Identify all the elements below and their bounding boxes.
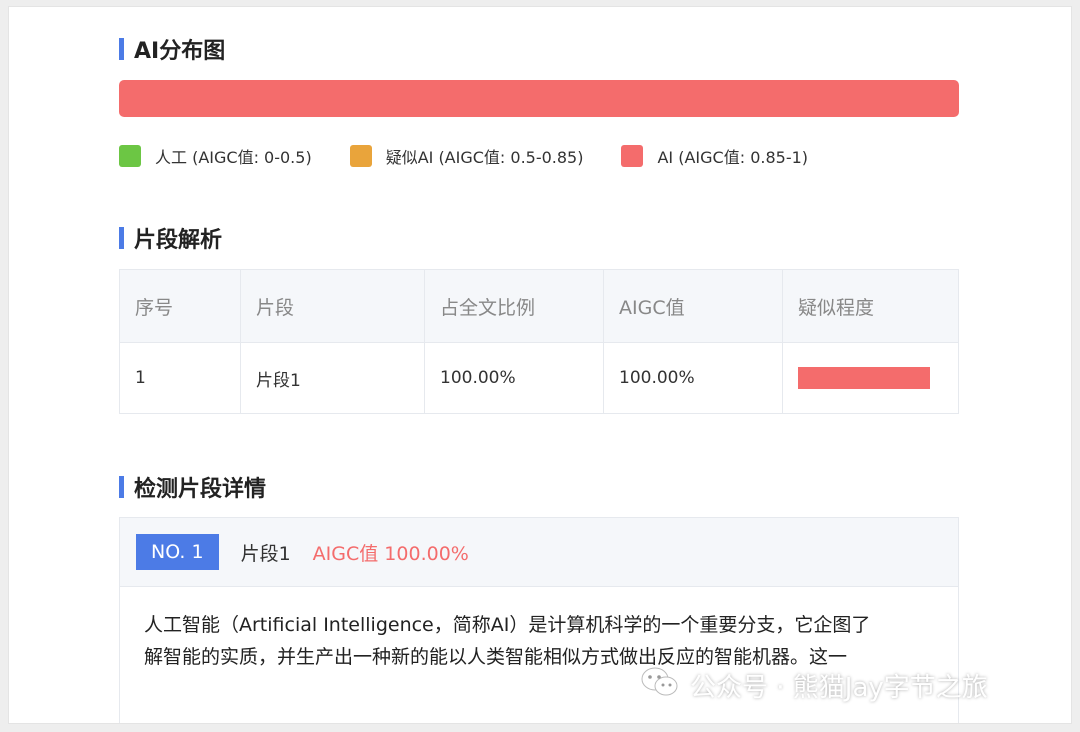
watermark: 公众号 · 熊猫Jay字节之旅 (640, 666, 988, 705)
legend-item-ai: AI (AIGC值: 0.85-1) (621, 144, 808, 168)
legend-item-suspected: 疑似AI (AIGC值: 0.5-0.85) (349, 144, 584, 168)
column-header-index: 序号 (119, 269, 241, 343)
wechat-icon (640, 666, 680, 705)
legend-label-human: 人工 (AIGC值: 0-0.5) (155, 148, 312, 167)
table-header-row: 序号 片段 占全文比例 AIGC值 疑似程度 (119, 269, 959, 343)
segment-table: 序号 片段 占全文比例 AIGC值 疑似程度 1 片段1 100.00% 100… (119, 269, 959, 414)
detection-details-title: 检测片段详情 (134, 477, 267, 502)
column-header-level: 疑似程度 (782, 269, 959, 343)
legend-swatch-suspected (349, 145, 372, 167)
ai-distribution-bar (119, 80, 959, 117)
segment-analysis-title: 片段解析 (134, 228, 223, 253)
segment-number-badge: NO. 1 (136, 534, 219, 570)
cell-segment: 片段1 (240, 342, 425, 414)
legend-label-suspected: 疑似AI (AIGC值: 0.5-0.85) (385, 148, 584, 167)
detail-segment-text: 人工智能（Artificial Intelligence，简称AI）是计算机科学… (120, 587, 958, 673)
detail-card-header: NO. 1 片段1 AIGC值 100.00% (120, 518, 958, 587)
distribution-legend: 人工 (AIGC值: 0-0.5) 疑似AI (AIGC值: 0.5-0.85)… (119, 144, 846, 168)
legend-label-ai: AI (AIGC值: 0.85-1) (657, 148, 809, 167)
cell-ratio: 100.00% (424, 342, 604, 414)
heading-accent-bar (119, 476, 124, 498)
heading-accent-bar (119, 227, 124, 249)
ai-distribution-heading: AI分布图 (119, 33, 225, 65)
report-card: AI分布图 人工 (AIGC值: 0-0.5) 疑似AI (AIGC值: 0.5… (8, 6, 1072, 724)
heading-accent-bar (119, 38, 124, 60)
segment-analysis-heading: 片段解析 (119, 222, 222, 254)
detection-details-heading: 检测片段详情 (119, 471, 266, 503)
detail-text-line: 人工智能（Artificial Intelligence，简称AI）是计算机科学… (144, 614, 871, 636)
column-header-aigc: AIGC值 (603, 269, 783, 343)
column-header-ratio: 占全文比例 (424, 269, 604, 343)
detail-segment-name: 片段1 (240, 542, 291, 565)
legend-item-human: 人工 (AIGC值: 0-0.5) (119, 144, 312, 168)
suspicion-level-bar (798, 367, 930, 389)
cell-index: 1 (119, 342, 241, 414)
table-row: 1 片段1 100.00% 100.00% (119, 342, 959, 414)
legend-swatch-human (119, 145, 141, 167)
column-header-segment: 片段 (240, 269, 425, 343)
cell-level (782, 342, 959, 414)
legend-swatch-ai (621, 145, 644, 167)
watermark-text: 公众号 · 熊猫Jay字节之旅 (690, 673, 988, 703)
detail-aigc-value: AIGC值 100.00% (312, 542, 469, 565)
cell-aigc: 100.00% (603, 342, 783, 414)
ai-distribution-title: AI分布图 (134, 39, 226, 64)
